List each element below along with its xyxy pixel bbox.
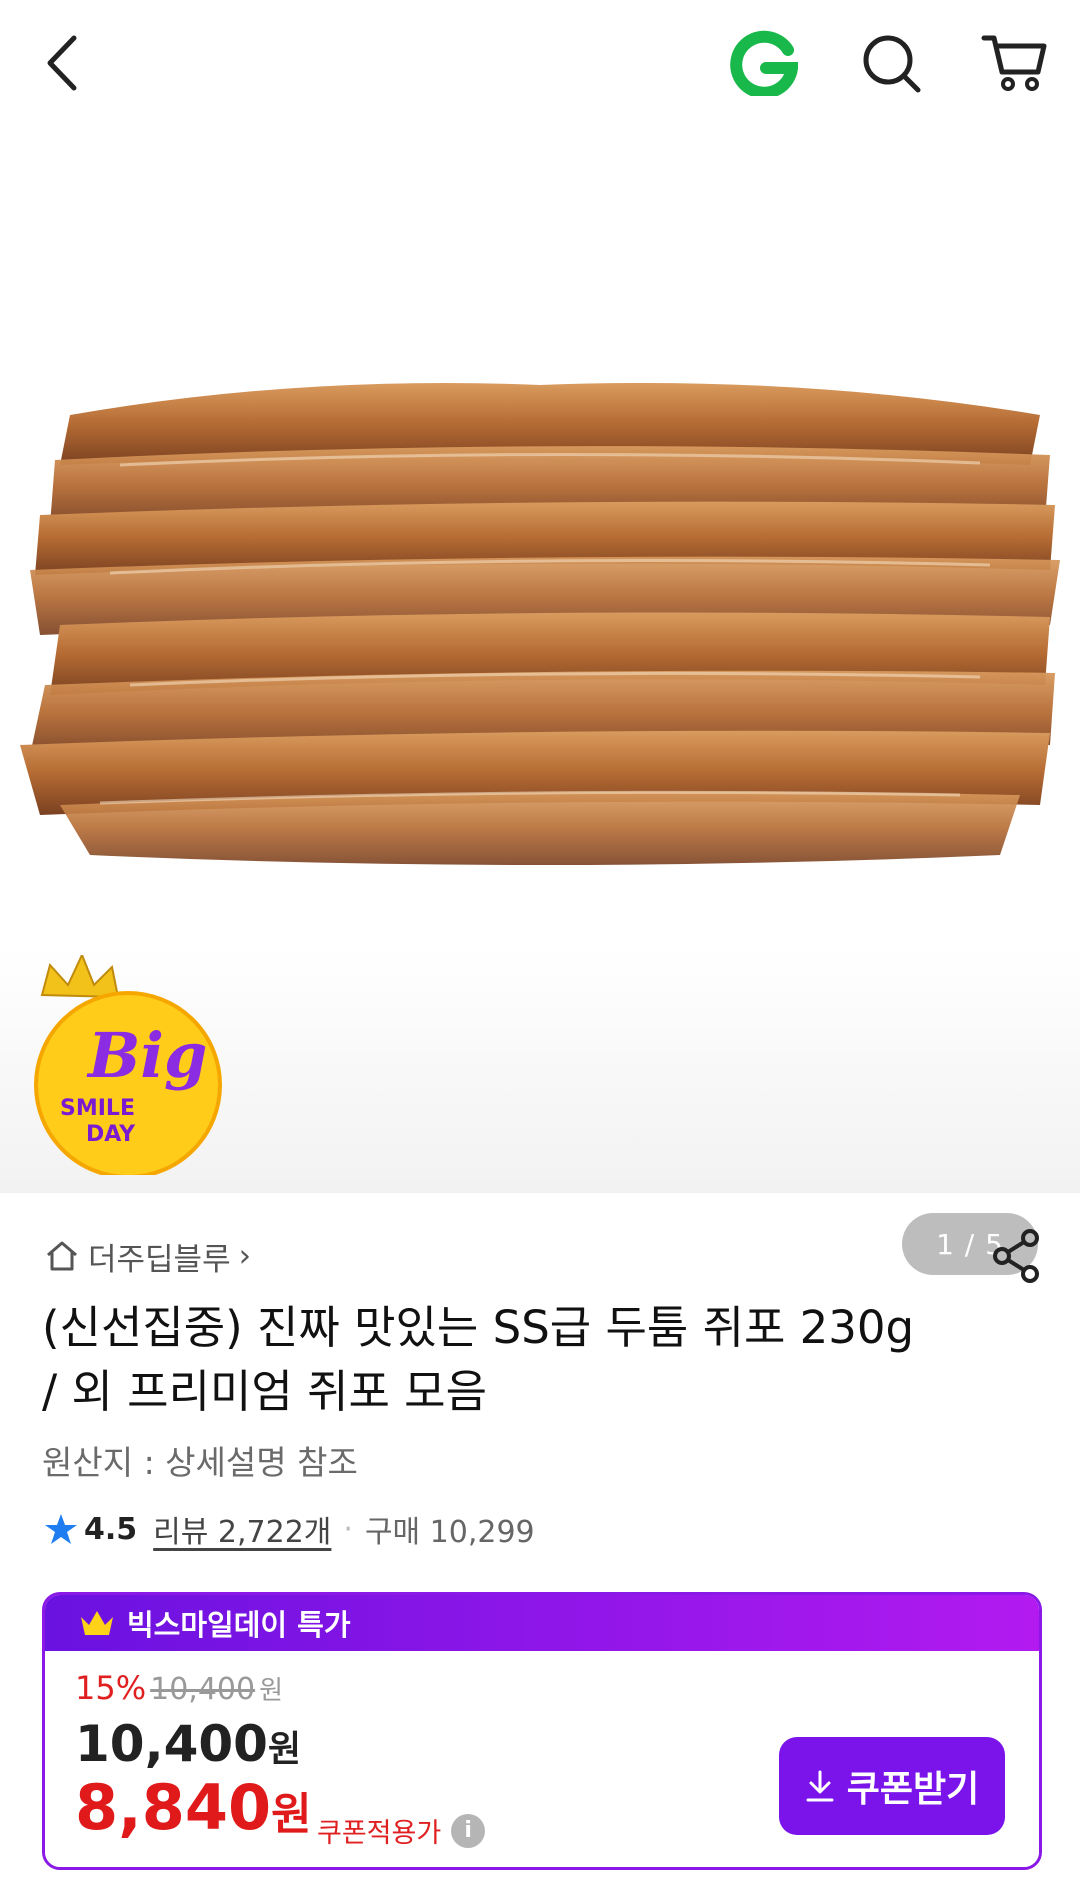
star-icon [45,1514,77,1544]
share-icon[interactable] [990,1228,1042,1284]
separator-dot: · [343,1511,353,1547]
crown-icon [81,1611,113,1635]
sale-price-value: 8,840 [75,1771,272,1844]
purchase-count: 구매 10,299 [364,1515,535,1550]
get-coupon-label: 쿠폰받기 [846,1769,980,1810]
store-name: 더주딥블루 [88,1241,231,1278]
base-price: 10,400원 [75,1715,301,1773]
deal-header: 빅스마일데이 특가 [45,1595,1039,1651]
rating-value: 4.5 [84,1511,138,1547]
original-price: 10,400 [150,1672,256,1707]
deal-body: 15% 10,400 원 10,400원 8,840원 쿠폰적용가 i 쿠폰받기 [45,1651,1039,1867]
badge-big-text: Big [86,1019,207,1092]
download-icon [806,1770,834,1802]
filefish-stack [20,383,1060,865]
cart-icon[interactable] [980,28,1050,98]
get-coupon-button[interactable]: 쿠폰받기 [779,1737,1005,1835]
review-count-link[interactable]: 리뷰 2,722개 [153,1507,331,1551]
discount-percent: 15% [75,1669,147,1707]
deal-header-label: 빅스마일데이 특가 [127,1608,351,1642]
product-image-gallery[interactable]: Big SMILE DAY 1 / 5 [0,125,1080,1275]
store-link[interactable]: 더주딥블루 › [44,1234,251,1278]
sale-price-unit: 원 [271,1789,312,1840]
coupon-applied-text: 쿠폰적용가 [317,1818,442,1849]
back-arrow-icon[interactable] [38,28,88,98]
product-meta-row: 4.5 리뷰 2,722개 · 구매 10,299 [44,1505,535,1553]
g-logo-icon[interactable] [730,28,798,96]
chevron-right-icon: › [238,1238,252,1274]
base-price-value: 10,400 [75,1715,268,1773]
big-smile-day-badge: Big SMILE DAY [34,955,222,1175]
discount-row: 15% 10,400 원 [75,1669,283,1707]
product-photo-dried-filefish [20,383,1060,865]
product-origin: 원산지 : 상세설명 참조 [42,1443,358,1482]
coupon-applied-label: 쿠폰적용가 i [317,1811,486,1850]
search-icon[interactable] [858,30,926,98]
info-icon[interactable]: i [451,1813,486,1848]
top-app-bar [0,0,1080,125]
original-price-unit: 원 [259,1676,284,1706]
coupon-sale-price: 8,840원 [75,1771,312,1844]
base-price-unit: 원 [267,1729,302,1770]
badge-day-text: DAY [86,1122,136,1147]
product-title: (신선집중) 진짜 맛있는 SS급 두툼 쥐포 230g / 외 프리미엄 쥐포… [42,1301,915,1418]
deal-card: 빅스마일데이 특가 15% 10,400 원 10,400원 8,840원 쿠폰… [42,1592,1042,1870]
home-icon [47,1241,77,1271]
badge-smile-text: SMILE [60,1096,135,1121]
